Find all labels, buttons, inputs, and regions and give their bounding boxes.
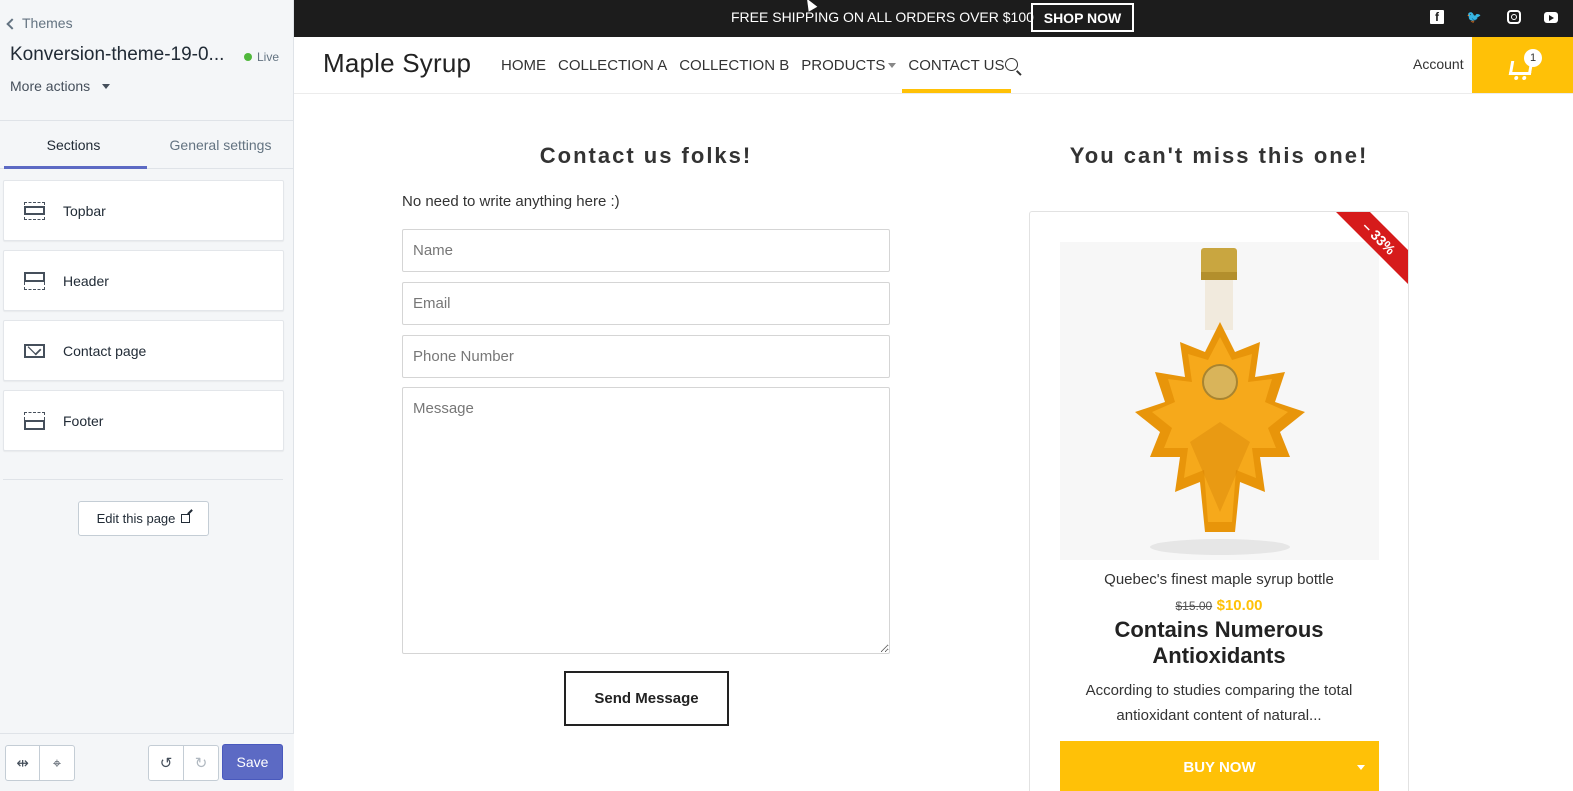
nav-item-contact-us[interactable]: CONTACT US — [902, 37, 1011, 94]
nav-item-home[interactable]: HOME — [495, 37, 552, 94]
store-header: Maple Syrup HOME COLLECTION A COLLECTION… — [294, 37, 1573, 94]
inspector-toggle-button[interactable]: ⌖ — [39, 745, 75, 781]
header-icon — [24, 271, 45, 290]
search-icon[interactable] — [1005, 58, 1018, 71]
section-item-header[interactable]: Header — [3, 250, 284, 311]
section-list: Topbar Header Contact page Footer — [3, 180, 284, 460]
cart-count-badge: 1 — [1524, 49, 1542, 67]
app-root: Themes Konversion-theme-19-0... Live Mor… — [0, 0, 1573, 791]
nav-item-collection-b[interactable]: COLLECTION B — [673, 37, 795, 94]
free-shipping-text: FREE SHIPPING ON ALL ORDERS OVER $100 — [731, 9, 1034, 25]
tab-general-settings[interactable]: General settings — [147, 121, 294, 168]
external-link-icon — [181, 514, 191, 523]
product-headline: Contains Numerous Antioxidants — [1114, 617, 1324, 668]
more-actions-label: More actions — [10, 78, 91, 94]
themes-back-link[interactable]: Themes — [6, 15, 73, 31]
live-status-label: Live — [257, 50, 280, 64]
cart-button[interactable]: 1 — [1472, 37, 1573, 93]
caret-down-icon — [888, 63, 897, 68]
message-field[interactable] — [402, 387, 890, 654]
shop-now-button[interactable]: SHOP NOW — [1031, 3, 1134, 32]
save-button[interactable]: Save — [222, 744, 283, 780]
nav-item-products[interactable]: PRODUCTS — [795, 37, 902, 94]
theme-title: Konversion-theme-19-0... — [10, 44, 225, 65]
mail-icon — [24, 343, 45, 358]
youtube-icon[interactable] — [1544, 12, 1558, 23]
edit-this-page-label: Edit this page — [96, 511, 176, 526]
undo-button[interactable]: ↺ — [148, 745, 184, 781]
nav-item-collection-a[interactable]: COLLECTION A — [552, 37, 673, 94]
sidebar-divider — [3, 479, 283, 480]
product-description: According to studies comparing the total… — [1085, 682, 1353, 724]
account-link[interactable]: Account — [1413, 56, 1464, 72]
editor-bottom-bar: ⇹ ⌖ ↺ ↻ Save — [0, 733, 294, 791]
section-item-footer[interactable]: Footer — [3, 390, 284, 451]
tab-sections[interactable]: Sections — [0, 121, 147, 169]
inspector-icon: ⌖ — [52, 754, 62, 772]
buy-now-button[interactable]: BUY NOW — [1060, 741, 1379, 791]
expand-width-icon: ⇹ — [16, 755, 29, 772]
store-preview: FREE SHIPPING ON ALL ORDERS OVER $100 SH… — [294, 0, 1573, 791]
editor-tabs: Sections General settings — [0, 121, 294, 169]
facebook-icon[interactable]: f — [1430, 10, 1444, 24]
section-item-label: Contact page — [63, 342, 147, 359]
phone-field[interactable] — [402, 335, 890, 378]
section-item-contact-page[interactable]: Contact page — [3, 320, 284, 381]
store-logo[interactable]: Maple Syrup — [323, 48, 471, 79]
redo-button[interactable]: ↻ — [183, 745, 219, 781]
topbar-icon — [24, 201, 45, 220]
product-name[interactable]: Quebec's finest maple syrup bottle — [1030, 571, 1408, 588]
theme-editor-sidebar: Themes Konversion-theme-19-0... Live Mor… — [0, 0, 294, 791]
promo-title: You can't miss this one! — [1069, 143, 1369, 168]
name-field[interactable] — [402, 229, 890, 272]
twitter-icon[interactable]: 🐦 — [1467, 10, 1482, 24]
edit-this-page-button[interactable]: Edit this page — [78, 501, 209, 536]
caret-down-icon — [102, 83, 111, 89]
main-nav: HOME COLLECTION A COLLECTION B PRODUCTS … — [495, 37, 1011, 94]
email-field[interactable] — [402, 282, 890, 325]
full-width-toggle-button[interactable]: ⇹ — [5, 745, 40, 781]
themes-back-label: Themes — [22, 15, 73, 31]
buy-now-label: BUY NOW — [1183, 758, 1256, 776]
price-row: $15.00 $10.00 — [1030, 597, 1408, 615]
footer-icon — [24, 411, 45, 430]
contact-title: Contact us folks! — [539, 143, 753, 168]
live-dot-icon — [244, 53, 252, 61]
redo-icon: ↻ — [194, 755, 208, 772]
send-message-button[interactable]: Send Message — [564, 671, 729, 726]
more-actions-menu[interactable]: More actions — [10, 78, 111, 94]
instagram-icon[interactable] — [1507, 10, 1521, 24]
sale-price: $10.00 — [1216, 597, 1263, 614]
live-status-badge: Live — [244, 50, 279, 64]
section-item-topbar[interactable]: Topbar — [3, 180, 284, 241]
maple-syrup-bottle-image — [1060, 242, 1379, 560]
section-item-label: Header — [63, 272, 109, 289]
contact-subtitle: No need to write anything here :) — [402, 193, 620, 210]
caret-down-icon — [1357, 765, 1365, 770]
nav-item-products-label: PRODUCTS — [801, 57, 886, 74]
section-item-label: Topbar — [63, 202, 106, 219]
product-image[interactable] — [1060, 242, 1379, 560]
product-card: – 33% Quebec's finest maple syrup bottle… — [1029, 211, 1409, 791]
undo-icon: ↺ — [159, 755, 173, 772]
store-topbar: FREE SHIPPING ON ALL ORDERS OVER $100 SH… — [294, 0, 1573, 37]
section-item-label: Footer — [63, 412, 104, 429]
old-price: $15.00 — [1175, 599, 1213, 613]
chevron-left-icon — [6, 17, 18, 30]
